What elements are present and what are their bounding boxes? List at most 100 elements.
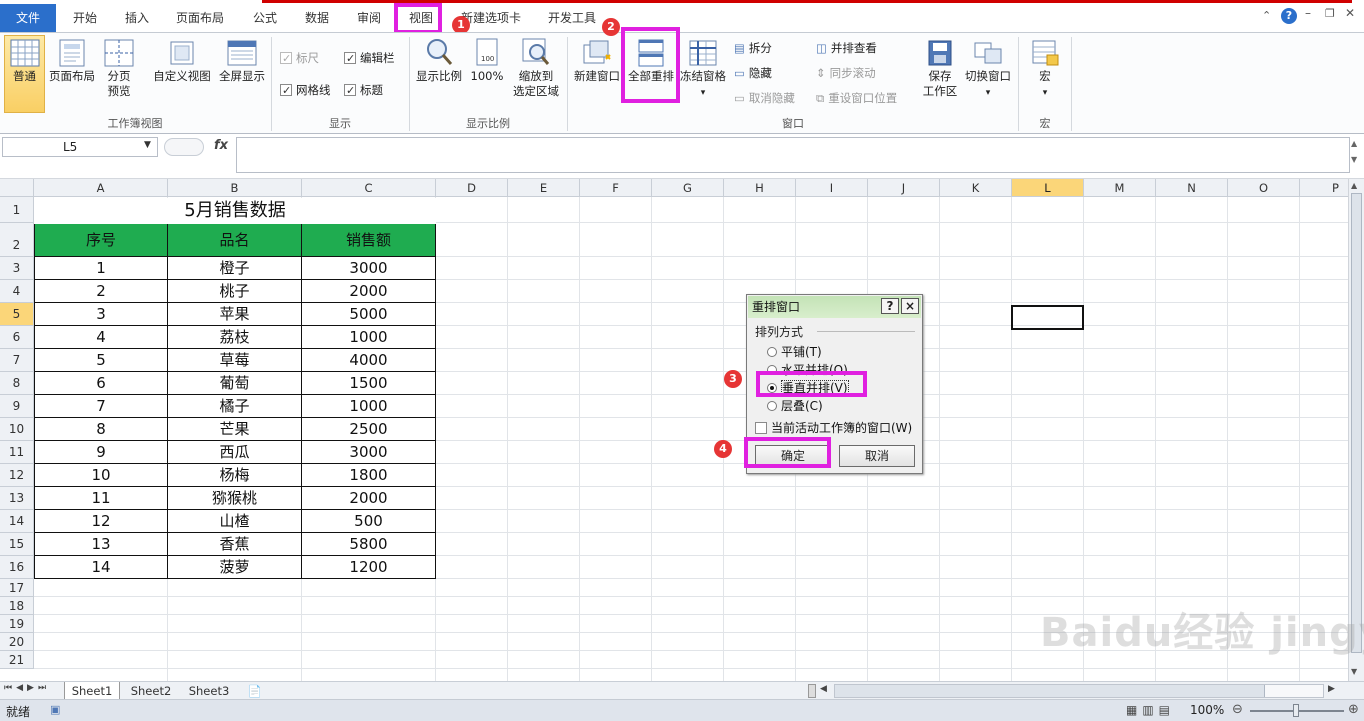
insert-sheet-icon[interactable]: 📄 [244,682,266,700]
tab-formulas[interactable]: 公式 [244,8,286,28]
table-cell[interactable]: 4000 [302,349,436,372]
table-cell[interactable]: 荔枝 [168,326,302,349]
ok-button[interactable]: 确定 [755,445,831,467]
table-cell[interactable]: 1 [34,257,168,280]
tab-split-handle[interactable] [808,684,816,698]
horizontal-scroll-thumb[interactable] [835,685,1265,697]
row-header-8[interactable]: 8 [0,372,34,395]
tab-developer[interactable]: 开发工具 [540,8,604,28]
column-header-A[interactable]: A [34,179,168,197]
cancel-button[interactable]: 取消 [839,445,915,467]
row-header-7[interactable]: 7 [0,349,34,372]
column-header-H[interactable]: H [724,179,796,197]
zoom-to-selection-button[interactable]: 缩放到 选定区域 [508,37,564,99]
dialog-close-button[interactable]: × [901,298,919,314]
vertical-scroll-thumb[interactable] [1351,193,1362,653]
table-cell[interactable]: 4 [34,326,168,349]
tab-insert[interactable]: 插入 [116,8,158,28]
row-header-16[interactable]: 16 [0,556,34,579]
table-cell[interactable]: 11 [34,487,168,510]
formula-expand-icon[interactable]: ▲ [1351,139,1357,148]
row-header-13[interactable]: 13 [0,487,34,510]
column-header-F[interactable]: F [580,179,652,197]
row-header-10[interactable]: 10 [0,418,34,441]
tab-page-layout[interactable]: 页面布局 [168,8,232,28]
arrange-all-button[interactable]: 全部重排 [626,39,676,84]
tab-file[interactable]: 文件 [0,4,56,32]
row-header-18[interactable]: 18 [0,597,34,615]
table-cell[interactable]: 西瓜 [168,441,302,464]
scroll-up-icon[interactable]: ▲ [1351,181,1357,190]
macros-button[interactable]: 宏 ▾ [1024,39,1066,101]
table-cell[interactable]: 杨梅 [168,464,302,487]
row-header-12[interactable]: 12 [0,464,34,487]
table-cell[interactable]: 2500 [302,418,436,441]
table-cell[interactable]: 3000 [302,441,436,464]
sheet-tab-3[interactable]: Sheet3 [182,682,236,700]
help-icon[interactable]: ? [1281,8,1297,24]
dialog-help-button[interactable]: ? [881,298,899,314]
column-header-M[interactable]: M [1084,179,1156,197]
table-cell[interactable]: 1200 [302,556,436,579]
table-cell[interactable]: 5 [34,349,168,372]
insert-function-icon[interactable]: fx [214,138,228,153]
table-cell[interactable]: 芒果 [168,418,302,441]
save-workspace-button[interactable]: 保存 工作区 [918,39,962,99]
column-header-D[interactable]: D [436,179,508,197]
hide-button[interactable]: ▭ 隐藏 [734,64,772,82]
reset-window-position-button[interactable]: ⧉ 重设窗口位置 [816,89,897,107]
table-cell[interactable]: 山楂 [168,510,302,533]
table-cell[interactable]: 香蕉 [168,533,302,556]
macro-record-icon[interactable]: ▣ [50,703,60,716]
table-cell[interactable]: 猕猴桃 [168,487,302,510]
table-cell[interactable]: 14 [34,556,168,579]
table-cell[interactable]: 橘子 [168,395,302,418]
restore-icon[interactable]: ❐ [1325,7,1335,20]
table-cell[interactable]: 草莓 [168,349,302,372]
sync-scroll-button[interactable]: ⇕ 同步滚动 [816,64,876,82]
zoom-slider-thumb[interactable] [1293,704,1299,717]
table-cell[interactable]: 13 [34,533,168,556]
zoom-button[interactable]: 显示比例 [412,37,466,84]
row-header-15[interactable]: 15 [0,533,34,556]
table-cell[interactable]: 3 [34,303,168,326]
radio-vertical[interactable]: 垂直并排(V) [767,379,855,396]
hscroll-right-icon[interactable]: ▶ [1328,684,1335,694]
formula-collapse-icon[interactable]: ▼ [1351,155,1357,164]
column-header-N[interactable]: N [1156,179,1228,197]
table-cell[interactable]: 1000 [302,326,436,349]
active-workbook-checkbox[interactable]: 当前活动工作簿的窗口(W) [755,419,912,436]
row-header-2[interactable]: 2 [0,223,34,257]
table-cell[interactable]: 8 [34,418,168,441]
row-header-1[interactable]: 1 [0,197,34,223]
split-button[interactable]: ▤ 拆分 [734,39,772,57]
row-header-20[interactable]: 20 [0,633,34,651]
switch-windows-button[interactable]: 切换窗口 ▾ [962,39,1014,101]
name-box-dropdown-icon[interactable]: ▼ [144,140,151,150]
radio-horizontal[interactable]: 水平并排(O) [767,361,848,378]
table-cell[interactable]: 1500 [302,372,436,395]
page-layout-view-button[interactable]: 页面布局 [46,39,98,84]
table-cell[interactable]: 9 [34,441,168,464]
full-screen-button[interactable]: 全屏显示 [216,39,268,84]
table-cell[interactable]: 3000 [302,257,436,280]
radio-cascade[interactable]: 层叠(C) [767,397,823,414]
column-header-O[interactable]: O [1228,179,1300,197]
table-cell[interactable]: 葡萄 [168,372,302,395]
ruler-checkbox[interactable]: 标尺 [280,49,319,68]
table-cell[interactable]: 1800 [302,464,436,487]
sheet-tab-1[interactable]: Sheet1 [64,682,120,700]
minimize-ribbon-icon[interactable]: ⌃ [1262,9,1271,22]
close-icon[interactable]: ✕ [1345,6,1355,20]
headings-checkbox[interactable]: 标题 [344,81,383,100]
zoom-out-icon[interactable]: ⊖ [1232,702,1243,717]
sheet-tab-2[interactable]: Sheet2 [124,682,178,700]
column-header-E[interactable]: E [508,179,580,197]
tab-review[interactable]: 审阅 [348,8,390,28]
hscroll-left-icon[interactable]: ◀ [820,684,827,694]
row-header-5[interactable]: 5 [0,303,34,326]
column-header-J[interactable]: J [868,179,940,197]
minimize-icon[interactable]: – [1305,6,1311,20]
formula-bar-checkbox[interactable]: 编辑栏 [344,49,395,68]
row-header-3[interactable]: 3 [0,257,34,280]
